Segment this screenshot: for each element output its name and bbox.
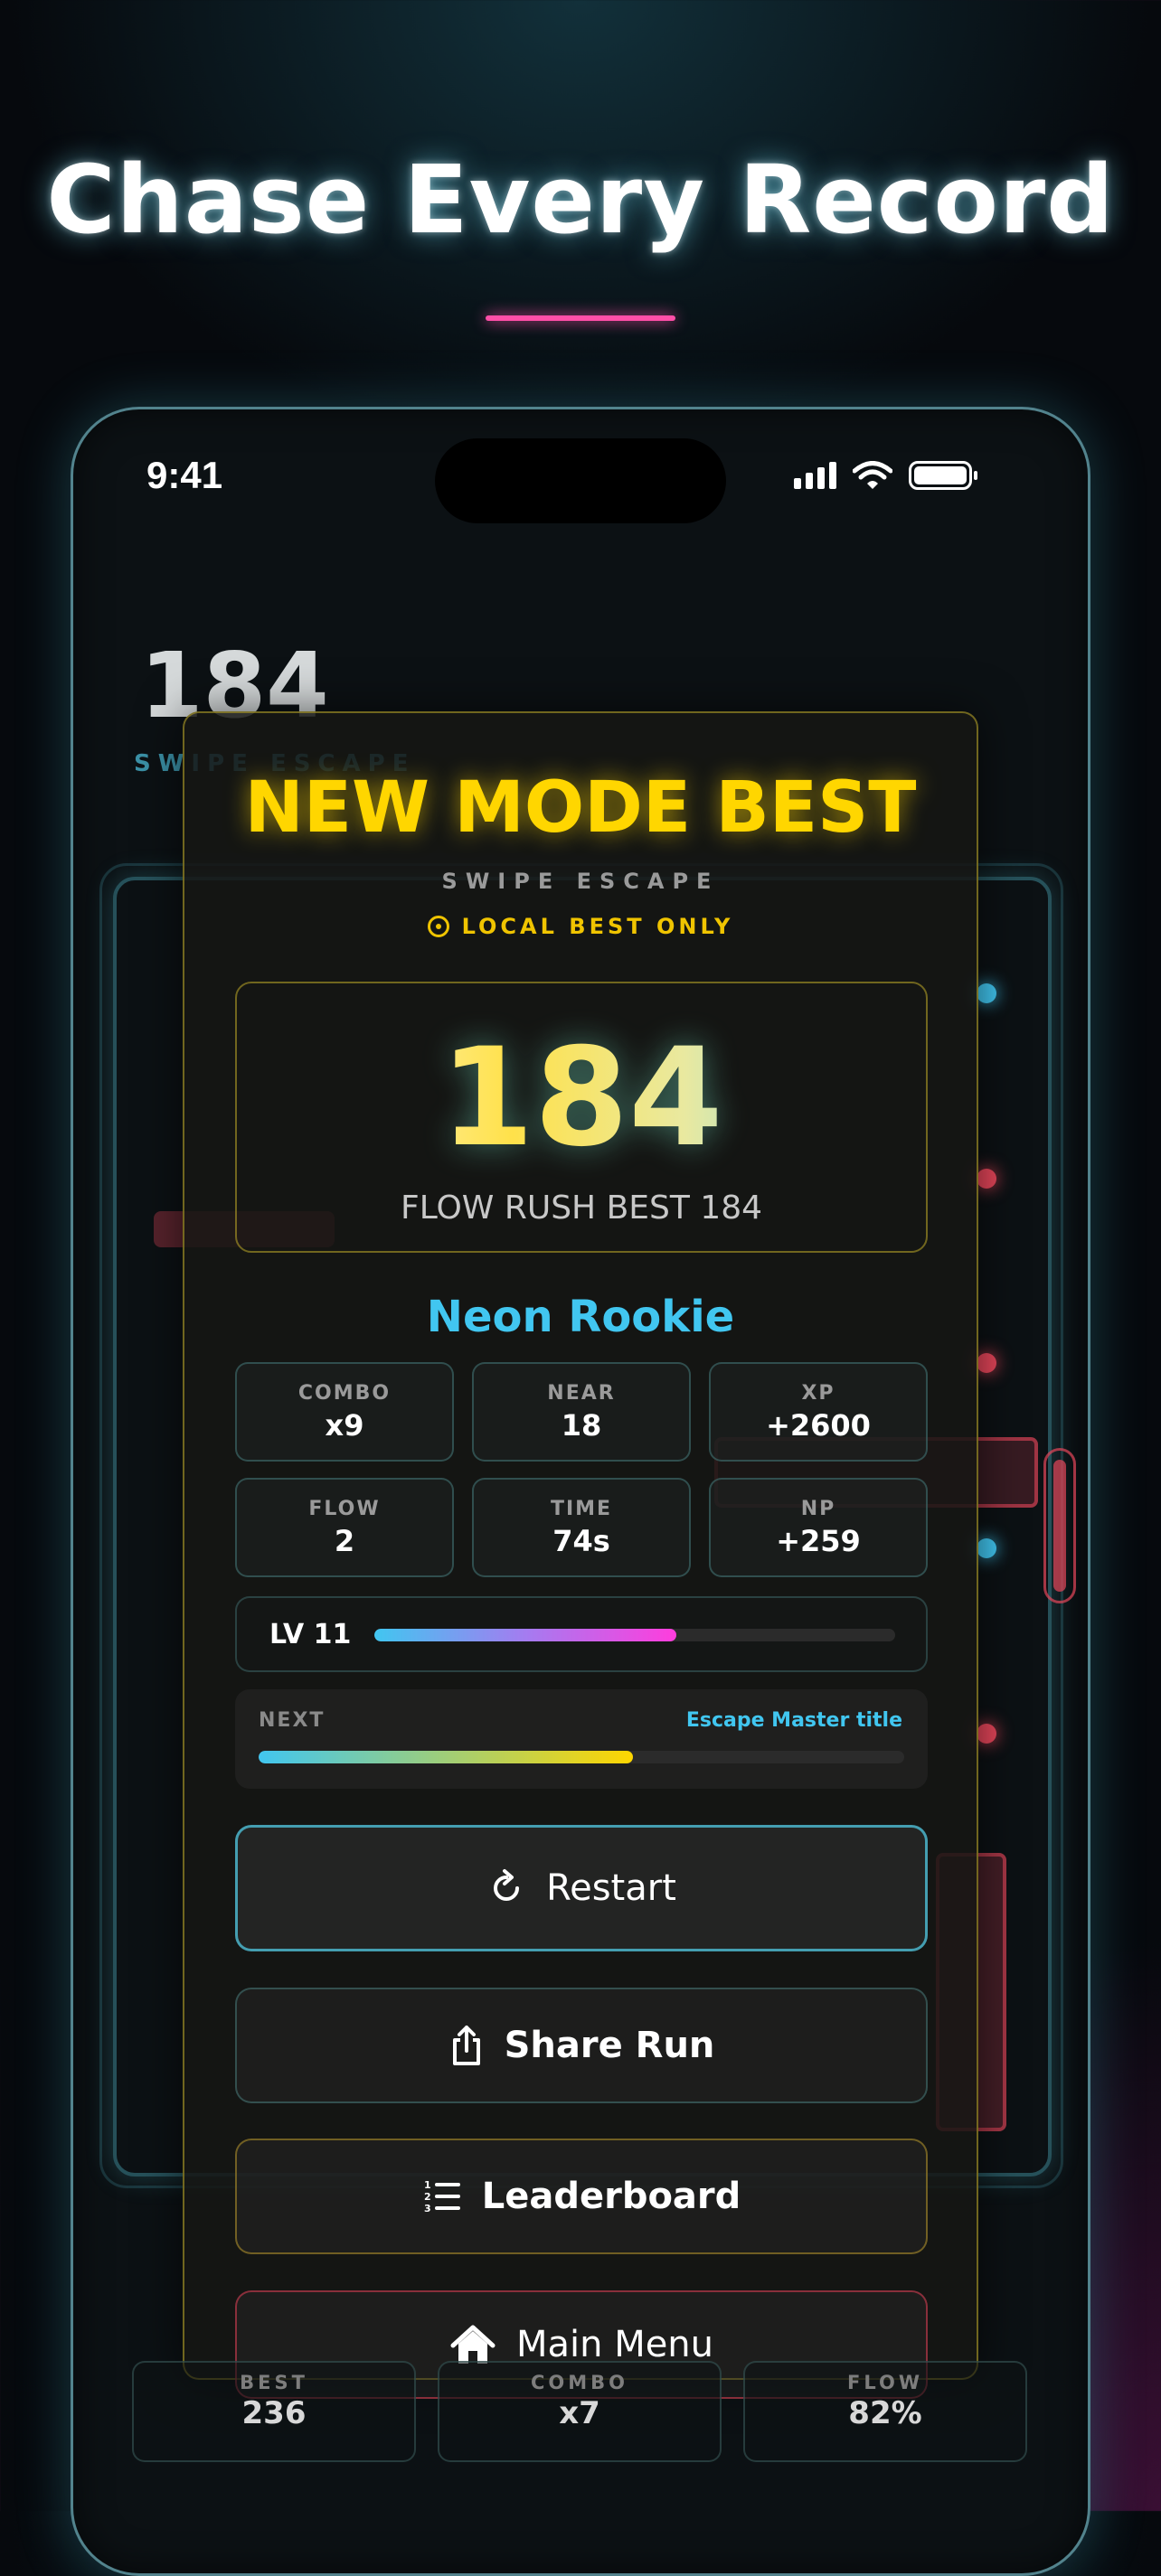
target-icon <box>427 916 449 937</box>
share-run-button[interactable]: Share Run <box>235 1988 928 2103</box>
stat-value: x7 <box>559 2395 600 2431</box>
stat-label: TIME <box>550 1498 613 1520</box>
stat-value: 74s <box>552 1524 610 1558</box>
stat-value: +259 <box>776 1524 861 1558</box>
bottom-stat-flow: FLOW 82% <box>743 2361 1027 2462</box>
wifi-icon <box>853 461 892 489</box>
level-progress-fill <box>374 1629 677 1641</box>
bottom-stat-best: BEST 236 <box>132 2361 416 2462</box>
leaderboard-label: Leaderboard <box>481 2176 741 2217</box>
stat-np: NP +259 <box>709 1478 928 1577</box>
stat-xp: XP +2600 <box>709 1362 928 1462</box>
result-modal: NEW MODE BEST SWIPE ESCAPE LOCAL BEST ON… <box>183 711 978 2399</box>
modal-mode: SWIPE ESCAPE <box>441 869 720 894</box>
svg-text:3: 3 <box>424 2203 431 2214</box>
stat-label: NEAR <box>547 1382 616 1405</box>
restart-button[interactable]: Restart <box>235 1825 928 1951</box>
stat-label: BEST <box>240 2372 308 2393</box>
stat-combo: COMBO x9 <box>235 1362 454 1462</box>
level-bar: LV 11 <box>235 1596 928 1672</box>
stat-value: 82% <box>848 2395 922 2431</box>
home-icon <box>450 2325 496 2364</box>
flow-best-label: FLOW RUSH BEST 184 <box>400 1189 763 1227</box>
stat-value: x9 <box>325 1408 364 1443</box>
leaderboard-button[interactable]: 1 2 3 Leaderboard <box>235 2139 928 2254</box>
svg-text:1: 1 <box>424 2179 431 2191</box>
stat-time: TIME 74s <box>472 1478 691 1577</box>
obstacle-dot <box>977 1538 996 1558</box>
status-time: 9:41 <box>146 454 223 496</box>
share-icon <box>452 2026 480 2065</box>
next-target: Escape Master title <box>685 1709 902 1732</box>
main-menu-label: Main Menu <box>515 2324 714 2365</box>
obstacle-dot <box>977 983 996 1003</box>
cellular-signal-icon <box>794 462 836 489</box>
level-label: LV 11 <box>269 1619 352 1650</box>
level-progress-track <box>374 1629 895 1641</box>
stat-label: XP <box>801 1382 835 1405</box>
next-unlock: NEXT Escape Master title <box>235 1689 928 1789</box>
next-label: NEXT <box>259 1709 326 1732</box>
stat-near: NEAR 18 <box>472 1362 691 1462</box>
stat-label: COMBO <box>297 1382 392 1405</box>
svg-text:2: 2 <box>424 2191 431 2203</box>
promo-headline: Chase Every Record <box>46 145 1115 255</box>
local-best-label: LOCAL BEST ONLY <box>461 914 734 939</box>
restart-label: Restart <box>546 1867 676 1909</box>
stat-label: FLOW <box>308 1498 381 1520</box>
restart-icon <box>494 1869 520 1901</box>
bottom-stats: BEST 236 COMBO x7 FLOW 82% <box>132 2361 1027 2462</box>
local-best-note: LOCAL BEST ONLY <box>184 914 977 939</box>
bottom-stat-combo: COMBO x7 <box>438 2361 722 2462</box>
headline-underline <box>486 315 675 321</box>
obstacle-dot <box>977 1353 996 1373</box>
stat-label: FLOW <box>847 2372 923 2393</box>
score-box: 184 FLOW RUSH BEST 184 <box>235 982 928 1253</box>
modal-title: NEW MODE BEST <box>244 767 917 849</box>
status-icons <box>794 461 977 490</box>
rank-title: Neon Rookie <box>426 1292 735 1342</box>
share-label: Share Run <box>504 2025 715 2066</box>
final-score: 184 <box>237 1020 926 1177</box>
stats-grid: COMBO x9 NEAR 18 XP +2600 FLOW 2 TIME 74s NP +… <box>235 1362 928 1577</box>
numbered-list-icon: 1 2 3 <box>424 2179 460 2214</box>
stat-flow: FLOW 2 <box>235 1478 454 1577</box>
next-progress-fill <box>259 1751 634 1763</box>
dynamic-island <box>435 438 726 523</box>
battery-icon <box>909 461 977 490</box>
next-progress-track <box>259 1751 904 1763</box>
obstacle-dot <box>977 1724 996 1744</box>
stat-value: +2600 <box>766 1408 871 1443</box>
stat-value: 18 <box>561 1408 602 1443</box>
obstacle-dot <box>977 1169 996 1189</box>
stat-label: COMBO <box>530 2372 629 2393</box>
stat-value: 2 <box>334 1524 355 1558</box>
side-slider <box>1043 1448 1076 1603</box>
stat-label: NP <box>800 1498 836 1520</box>
stat-value: 236 <box>241 2395 307 2431</box>
